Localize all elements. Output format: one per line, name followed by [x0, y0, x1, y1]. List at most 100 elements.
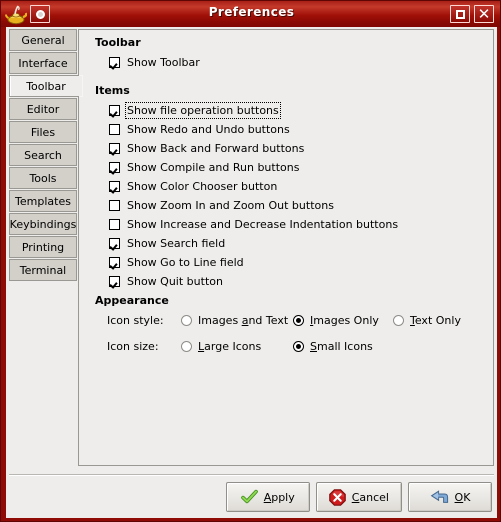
radio-label: Images and Text	[198, 314, 289, 327]
maximize-button[interactable]	[450, 5, 470, 23]
radio-images-and-text[interactable]: Images and Text	[181, 314, 293, 327]
radio-icon[interactable]	[181, 341, 192, 352]
sidebar-item-label: Printing	[21, 240, 65, 254]
checkbox-label: Show Toolbar	[127, 56, 200, 69]
window-title: Preferences	[208, 5, 295, 19]
sidebar-item-templates[interactable]: Templates	[9, 190, 77, 212]
checkbox-label: Show Quit button	[127, 275, 223, 288]
cancel-button-label: Cancel	[351, 490, 389, 504]
radio-label: Images Only	[310, 314, 379, 327]
checkbox-icon[interactable]	[109, 124, 120, 135]
sidebar-item-label: General	[21, 33, 65, 47]
preferences-notebook: General Interface Toolbar Editor Files S…	[9, 29, 494, 469]
checkbox-label: Show Increase and Decrease Indentation b…	[127, 218, 399, 231]
sidebar-item-label: Files	[30, 125, 56, 139]
checkbox-icon[interactable]	[109, 200, 120, 211]
close-button[interactable]: ✕	[474, 5, 494, 23]
checkbox-icon[interactable]	[109, 257, 120, 268]
appearance-section: Appearance Icon style: Images and Text I…	[95, 294, 461, 356]
apply-button-label: Apply	[263, 490, 295, 504]
checkbox-label: Show file operation buttons	[125, 102, 281, 119]
checkbox-icon[interactable]	[109, 238, 120, 249]
apply-button[interactable]: Apply	[225, 482, 310, 512]
icon-size-label: Icon size:	[107, 340, 159, 353]
sidebar-item-toolbar[interactable]: Toolbar	[9, 75, 83, 97]
sidebar-item-label: Terminal	[19, 263, 67, 277]
checkbox-label: Show Color Chooser button	[127, 180, 278, 193]
checkbox-icon[interactable]	[109, 276, 120, 287]
checkbox-icon[interactable]	[109, 143, 120, 154]
checkbox-icon[interactable]	[109, 105, 120, 116]
checkbox-show-compile-and-run-buttons[interactable]: Show Compile and Run buttons	[109, 158, 398, 177]
dialog-separator	[9, 474, 494, 476]
sidebar-item-interface[interactable]: Interface	[9, 52, 77, 74]
red-stop-icon	[328, 488, 346, 506]
checkbox-show-redo-and-undo-buttons[interactable]: Show Redo and Undo buttons	[109, 120, 398, 139]
maximize-icon	[455, 9, 465, 19]
items-section-heading: Items	[95, 84, 130, 97]
close-icon: ✕	[477, 5, 491, 23]
checkbox-label: Show Search field	[127, 237, 226, 250]
checkbox-icon[interactable]	[109, 57, 120, 68]
sidebar-item-label: Tools	[29, 171, 57, 185]
checkbox-label: Show Zoom In and Zoom Out buttons	[127, 199, 334, 212]
sidebar-item-search[interactable]: Search	[9, 144, 77, 166]
icon-style-label: Icon style:	[107, 314, 164, 327]
checkbox-label: Show Back and Forward buttons	[127, 142, 305, 155]
checkbox-icon[interactable]	[109, 181, 120, 192]
checkbox-show-search-field[interactable]: Show Search field	[109, 234, 398, 253]
sidebar-item-general[interactable]: General	[9, 29, 77, 51]
appearance-section-heading: Appearance	[95, 294, 169, 307]
blue-arrow-icon	[430, 489, 449, 505]
toolbar-settings-panel: Toolbar Show Toolbar Items Show file ope…	[78, 29, 494, 466]
cancel-button[interactable]: Cancel	[315, 482, 402, 512]
preferences-window: Preferences ✕ General Interface Toolbar …	[0, 0, 501, 522]
window-titlebar[interactable]: Preferences ✕	[1, 1, 500, 27]
sidebar-item-label: Editor	[26, 102, 60, 116]
sidebar-item-printing[interactable]: Printing	[9, 236, 77, 258]
checkbox-icon[interactable]	[109, 162, 120, 173]
sidebar-item-editor[interactable]: Editor	[9, 98, 77, 120]
radio-icon[interactable]	[293, 341, 304, 352]
dialog-action-bar: Apply Cancel OK	[225, 482, 492, 512]
radio-icon[interactable]	[181, 315, 192, 326]
ok-button-label: OK	[454, 490, 471, 504]
radio-small-icons[interactable]: Small Icons	[293, 340, 373, 353]
icon-style-row: Icon style: Images and Text Images Only …	[107, 311, 461, 330]
checkbox-label: Show Go to Line field	[127, 256, 244, 269]
radio-icon[interactable]	[393, 315, 404, 326]
dialog-client-area: General Interface Toolbar Editor Files S…	[6, 27, 497, 518]
checkbox-show-toolbar[interactable]: Show Toolbar	[109, 53, 200, 72]
checkbox-show-quit-button[interactable]: Show Quit button	[109, 272, 398, 291]
sidebar-item-terminal[interactable]: Terminal	[9, 259, 77, 281]
preferences-tab-list: General Interface Toolbar Editor Files S…	[9, 29, 83, 282]
sidebar-item-label: Keybindings	[9, 217, 77, 231]
radio-icon[interactable]	[293, 315, 304, 326]
sidebar-item-label: Templates	[15, 194, 71, 208]
radio-text-only[interactable]: Text Only	[393, 314, 461, 327]
radio-large-icons[interactable]: Large Icons	[181, 340, 293, 353]
sidebar-item-label: Interface	[18, 56, 68, 70]
sidebar-item-keybindings[interactable]: Keybindings	[9, 213, 77, 235]
checkbox-show-file-operation-buttons[interactable]: Show file operation buttons	[109, 101, 398, 120]
ok-button[interactable]: OK	[408, 482, 492, 512]
radio-label: Large Icons	[198, 340, 262, 353]
sidebar-item-tools[interactable]: Tools	[9, 167, 77, 189]
checkbox-show-increase-and-decrease-indentation-buttons[interactable]: Show Increase and Decrease Indentation b…	[109, 215, 398, 234]
checkbox-show-color-chooser-button[interactable]: Show Color Chooser button	[109, 177, 398, 196]
checkbox-show-back-and-forward-buttons[interactable]: Show Back and Forward buttons	[109, 139, 398, 158]
icon-size-row: Icon size: Large Icons Small Icons	[107, 337, 461, 356]
checkbox-icon[interactable]	[109, 219, 120, 230]
checkbox-show-zoom-in-and-zoom-out-buttons[interactable]: Show Zoom In and Zoom Out buttons	[109, 196, 398, 215]
green-check-icon	[240, 489, 258, 505]
sidebar-item-label: Toolbar	[26, 79, 66, 93]
items-section: Items Show file operation buttons Show R…	[95, 84, 398, 291]
sidebar-item-label: Search	[24, 148, 62, 162]
radio-label: Small Icons	[310, 340, 373, 353]
radio-images-only[interactable]: Images Only	[293, 314, 393, 327]
sidebar-item-files[interactable]: Files	[9, 121, 77, 143]
checkbox-label: Show Compile and Run buttons	[127, 161, 300, 174]
radio-label: Text Only	[410, 314, 461, 327]
toolbar-section-heading: Toolbar	[95, 36, 141, 49]
checkbox-show-go-to-line-field[interactable]: Show Go to Line field	[109, 253, 398, 272]
